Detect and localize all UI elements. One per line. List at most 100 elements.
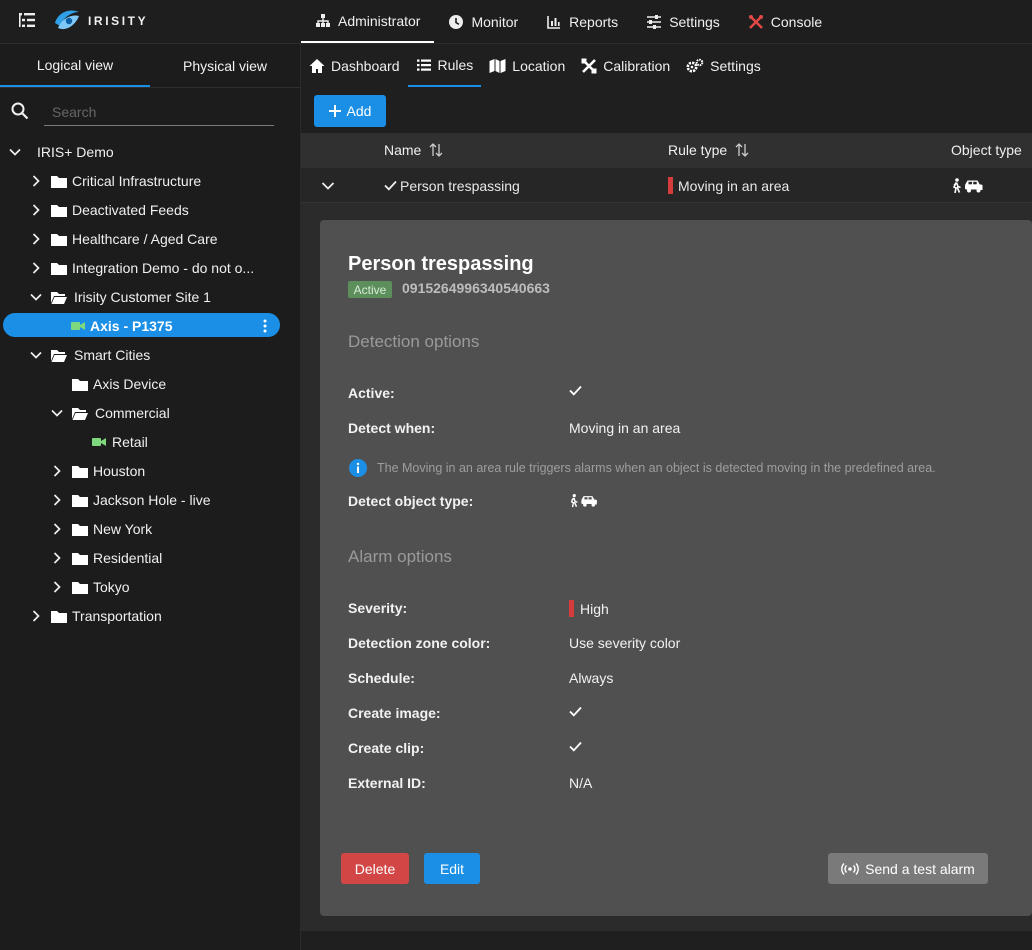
folder-open-icon (51, 291, 67, 304)
topnav-administrator-label: Administrator (338, 12, 421, 29)
edit-button[interactable]: Edit (424, 853, 480, 884)
camera-icon (92, 437, 106, 446)
column-rule-type-label: Rule type (668, 142, 728, 158)
tree-node-label: Critical Infrastructure (72, 172, 202, 189)
subnav-rules[interactable]: Rules (407, 44, 482, 87)
active-label: Active: (348, 385, 395, 401)
tree-node-label: Tokyo (93, 578, 130, 595)
tree-node-jackson-hole[interactable]: Jackson Hole - live (0, 485, 300, 514)
subnav-calibration[interactable]: Calibration (573, 44, 678, 88)
more-vertical-icon[interactable] (263, 319, 267, 333)
severity-indicator (668, 177, 673, 194)
tree-node-axis-p1375[interactable]: Axis - P1375 (0, 311, 300, 340)
chevron-right-icon[interactable] (50, 580, 64, 594)
column-header-rule-type[interactable]: Rule type (668, 142, 749, 158)
folder-icon (51, 610, 67, 623)
sidebar: Logical view Physical view IRIS+ Demo Cr… (0, 44, 301, 950)
column-header-name[interactable]: Name (384, 142, 443, 158)
active-value (569, 385, 582, 396)
site-tree: IRIS+ Demo Critical Infrastructure Deact… (0, 137, 300, 630)
tree-node-label: Axis - P1375 (90, 317, 173, 334)
status-badge: Active (348, 281, 392, 298)
topnav-reports[interactable]: Reports (532, 0, 632, 44)
subnav-calibration-label: Calibration (603, 58, 671, 74)
sort-icon[interactable] (429, 142, 443, 158)
external-id-label: External ID: (348, 775, 426, 791)
search-input[interactable] (44, 98, 274, 126)
person-vehicle-icon (570, 494, 597, 508)
main-panel: Dashboard Rules Location Calibration Set… (301, 44, 1032, 950)
tree-node-tokyo[interactable]: Tokyo (0, 572, 300, 601)
top-bar: IRISITY Administrator Monitor Reports Se… (0, 0, 1032, 44)
sidebar-tabs: Logical view Physical view (0, 44, 300, 88)
tree-node-iris-demo[interactable]: IRIS+ Demo (0, 137, 300, 166)
topnav-settings[interactable]: Settings (632, 0, 734, 44)
tree-node-healthcare[interactable]: Healthcare / Aged Care (0, 224, 300, 253)
chevron-down-icon[interactable] (29, 290, 43, 304)
sort-icon[interactable] (735, 142, 749, 158)
tree-node-smart-cities[interactable]: Smart Cities (0, 340, 300, 369)
tree-node-transportation[interactable]: Transportation (0, 601, 300, 630)
topnav-console[interactable]: Console (734, 0, 836, 44)
folder-icon (51, 262, 67, 275)
chevron-down-icon[interactable] (50, 406, 64, 420)
tree-node-retail[interactable]: Retail (0, 427, 300, 456)
tree-node-label: Residential (93, 549, 163, 566)
tree-node-label: Transportation (72, 607, 162, 624)
chevron-right-icon[interactable] (29, 232, 43, 246)
sidebar-search (0, 88, 300, 132)
tree-node-label: Axis Device (93, 375, 167, 392)
add-rule-button[interactable]: Add (314, 95, 386, 127)
chevron-down-icon[interactable] (8, 145, 22, 159)
tree-node-axis-device[interactable]: Axis Device (0, 369, 300, 398)
menu-tree-icon[interactable] (18, 12, 36, 28)
subnav-dashboard-label: Dashboard (331, 58, 400, 74)
severity-color-bar (569, 600, 574, 617)
tree-node-deactivated-feeds[interactable]: Deactivated Feeds (0, 195, 300, 224)
subnav-settings[interactable]: Settings (678, 44, 769, 88)
object-type-label: Detect object type: (348, 493, 474, 509)
chevron-right-icon[interactable] (29, 174, 43, 188)
tree-node-label: Jackson Hole - live (93, 491, 211, 508)
send-test-alarm-button[interactable]: Send a test alarm (828, 853, 988, 884)
topnav-administrator[interactable]: Administrator (301, 0, 435, 43)
chevron-right-icon[interactable] (50, 522, 64, 536)
row-rule-name: Person trespassing (400, 178, 520, 194)
tree-node-integration-demo[interactable]: Integration Demo - do not o... (0, 253, 300, 282)
chevron-right-icon[interactable] (29, 203, 43, 217)
delete-button[interactable]: Delete (341, 853, 409, 884)
topnav-monitor[interactable]: Monitor (434, 0, 532, 44)
chevron-right-icon[interactable] (50, 551, 64, 565)
search-icon (11, 102, 29, 120)
tree-node-label: Smart Cities (74, 346, 151, 363)
chevron-down-icon[interactable] (29, 348, 43, 362)
subnav-dashboard[interactable]: Dashboard (301, 44, 408, 88)
chevron-right-icon[interactable] (50, 493, 64, 507)
column-name-label: Name (384, 142, 422, 158)
rule-id: 0915264996340540663 (402, 280, 550, 296)
tree-node-label: Retail (112, 433, 148, 450)
subnav-location[interactable]: Location (481, 44, 573, 88)
create-image-label: Create image: (348, 705, 441, 721)
chevron-right-icon[interactable] (29, 609, 43, 623)
irisity-logo[interactable]: IRISITY (52, 6, 148, 36)
tab-logical-view[interactable]: Logical view (0, 44, 150, 87)
tree-node-residential[interactable]: Residential (0, 543, 300, 572)
tree-node-irisity-customer-site-1[interactable]: Irisity Customer Site 1 (0, 282, 300, 311)
column-header-object-type[interactable]: Object type (951, 142, 1022, 158)
chevron-right-icon[interactable] (50, 464, 64, 478)
tree-node-houston[interactable]: Houston (0, 456, 300, 485)
chevron-right-icon[interactable] (29, 261, 43, 275)
tree-node-label: Deactivated Feeds (72, 201, 189, 218)
tree-node-critical-infrastructure[interactable]: Critical Infrastructure (0, 166, 300, 195)
table-row[interactable]: Person trespassing Moving in an area (301, 168, 1032, 203)
tools-icon (748, 15, 763, 29)
tree-node-commercial[interactable]: Commercial (0, 398, 300, 427)
home-icon (309, 59, 325, 73)
chevron-down-icon[interactable] (321, 179, 335, 193)
camera-icon (71, 321, 85, 330)
tree-node-new-york[interactable]: New York (0, 514, 300, 543)
tab-physical-view[interactable]: Physical view (150, 44, 300, 87)
folder-icon (51, 175, 67, 188)
folder-icon (72, 494, 88, 507)
